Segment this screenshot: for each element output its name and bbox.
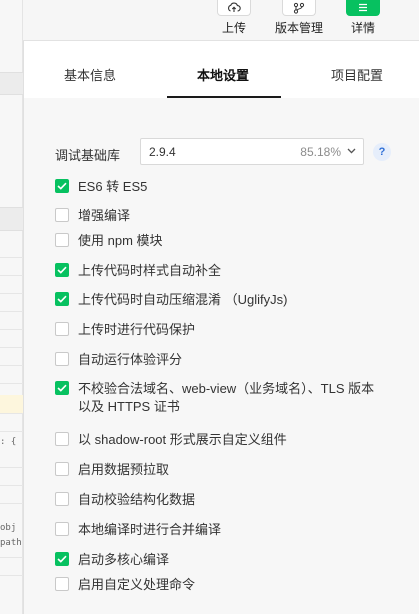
option-row[interactable]: 启用数据预拉取 <box>55 461 378 479</box>
checkbox-checked[interactable] <box>55 292 69 306</box>
option-label: 上传代码时样式自动补全 <box>78 263 222 278</box>
option-row[interactable]: 上传时进行代码保护 <box>55 321 378 339</box>
checkbox-checked[interactable] <box>55 179 69 193</box>
menu-lines-icon <box>346 0 380 16</box>
option-label: 上传代码时自动压缩混淆 （UglifyJs) <box>78 292 288 307</box>
tab-project-config[interactable]: 项目配置 <box>331 65 383 84</box>
option-row[interactable]: 增强编译 <box>55 207 378 225</box>
help-icon: ? <box>378 146 386 158</box>
checkbox-checked[interactable] <box>55 552 69 566</box>
code-fragment: : { <box>0 437 17 447</box>
settings-tabs: 基本信息 本地设置 项目配置 <box>24 41 419 98</box>
checkbox[interactable] <box>55 233 69 247</box>
checkbox-checked[interactable] <box>55 381 69 395</box>
library-percent: 85.18% <box>300 145 341 159</box>
chevron-down-icon <box>347 148 356 154</box>
option-row[interactable]: ES6 转 ES5 <box>55 178 378 196</box>
option-label: 增强编译 <box>78 208 131 223</box>
version-management-button[interactable]: 版本管理 <box>275 0 323 36</box>
details-button[interactable]: 详情 <box>346 0 380 36</box>
upload-cloud-icon <box>217 0 251 16</box>
option-label: 启用数据预拉取 <box>78 462 170 477</box>
help-button[interactable]: ? <box>373 143 391 161</box>
option-row[interactable]: 启用自定义处理命令 <box>55 576 378 594</box>
library-label: 调试基础库 <box>55 148 121 163</box>
checkbox[interactable] <box>55 322 69 336</box>
branch-icon <box>282 0 316 16</box>
checkbox[interactable] <box>55 208 69 222</box>
option-row[interactable]: 上传代码时自动压缩混淆 （UglifyJs) <box>55 291 378 309</box>
checkbox[interactable] <box>55 432 69 446</box>
checkbox[interactable] <box>55 492 69 506</box>
option-label: 自动校验结构化数据 <box>78 492 196 507</box>
settings-panel: 基本信息 本地设置 项目配置 调试基础库 2.9.4 85.18% ? ES6 … <box>23 41 419 614</box>
option-label: 启用自定义处理命令 <box>78 577 196 592</box>
active-tab-indicator <box>167 96 281 98</box>
version-label: 版本管理 <box>274 21 323 35</box>
checkbox-checked[interactable] <box>55 263 69 277</box>
option-row[interactable]: 使用 npm 模块 <box>55 232 378 250</box>
code-fragment: obj <box>0 523 17 533</box>
option-label: 上传时进行代码保护 <box>78 322 196 337</box>
code-fragment: path <box>0 538 22 548</box>
library-select[interactable]: 2.9.4 85.18% <box>140 138 364 165</box>
option-label: 使用 npm 模块 <box>78 233 163 248</box>
highlighted-line <box>0 395 23 413</box>
option-label: ES6 转 ES5 <box>78 179 148 194</box>
checkbox[interactable] <box>55 462 69 476</box>
editor-tab-bar <box>0 72 23 95</box>
top-toolbar: 上传 版本管理 详情 <box>23 0 419 41</box>
option-row[interactable]: 自动校验结构化数据 <box>55 491 378 509</box>
tab-local-settings[interactable]: 本地设置 <box>197 65 249 84</box>
option-label: 启动多核心编译 <box>78 552 170 567</box>
details-label: 详情 <box>350 21 375 35</box>
option-label: 本地编译时进行合并编译 <box>78 522 222 537</box>
option-label: 自动运行体验评分 <box>78 352 183 367</box>
upload-button[interactable]: 上传 <box>217 0 251 36</box>
option-row[interactable]: 自动运行体验评分 <box>55 351 378 369</box>
option-label: 不校验合法域名、web-view（业务域名）、TLS 版本以及 HTTPS 证书 <box>78 381 375 414</box>
upload-label: 上传 <box>221 21 246 35</box>
checkbox[interactable] <box>55 522 69 536</box>
option-label: 以 shadow-root 形式展示自定义组件 <box>78 432 287 447</box>
option-row[interactable]: 以 shadow-root 形式展示自定义组件 <box>55 431 378 449</box>
checkbox[interactable] <box>55 577 69 591</box>
editor-strip: : { obj path <box>0 0 23 614</box>
option-row[interactable]: 启动多核心编译 <box>55 551 378 569</box>
editor-toolbar <box>0 207 23 231</box>
checkbox[interactable] <box>55 352 69 366</box>
option-row[interactable]: 上传代码时样式自动补全 <box>55 262 378 280</box>
library-version: 2.9.4 <box>149 145 176 159</box>
tab-basic-info[interactable]: 基本信息 <box>64 65 116 84</box>
option-row[interactable]: 本地编译时进行合并编译 <box>55 521 378 539</box>
option-row[interactable]: 不校验合法域名、web-view（业务域名）、TLS 版本以及 HTTPS 证书 <box>55 380 378 416</box>
